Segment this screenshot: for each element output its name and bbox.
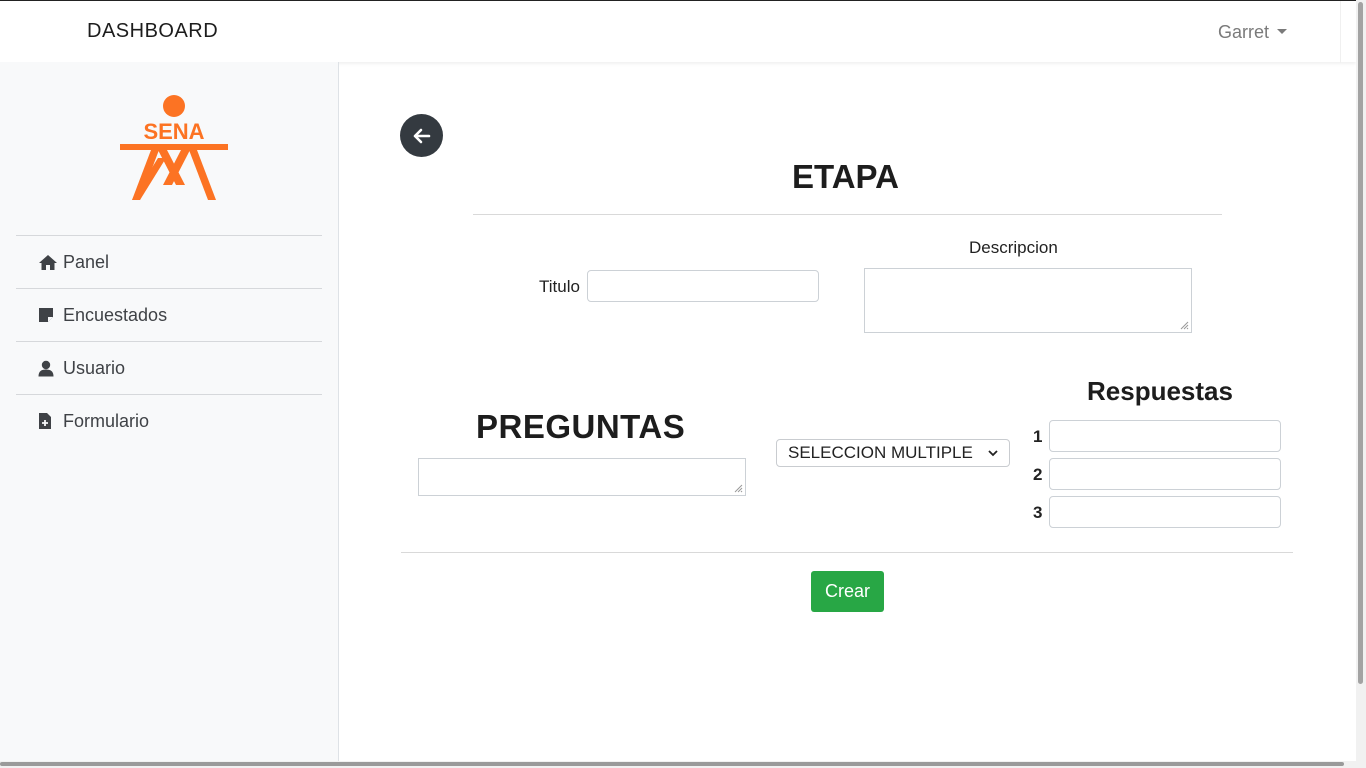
sidebar: SENA Panel Encuestados Usuario Formulari… [0,62,339,762]
arrow-left-icon [413,128,430,143]
main-content: ETAPA Titulo Descripcion PREGUNTAS SELEC… [340,62,1356,762]
sticky-note-icon [38,306,58,324]
answer-input-1[interactable] [1049,420,1281,452]
sidebar-item-label: Encuestados [63,304,168,325]
vertical-scrollbar[interactable] [1356,0,1366,768]
answer-number: 2 [1033,465,1043,484]
chevron-down-icon [988,450,998,457]
sidebar-item-usuario[interactable]: Usuario [16,341,322,394]
sidebar-item-label: Usuario [63,357,126,378]
user-name: Garret [1218,22,1270,42]
scrollbar-thumb[interactable] [1358,2,1363,684]
question-type-select[interactable]: SELECCION MULTIPLE [776,439,1010,467]
question-type-value: SELECCION MULTIPLE [788,443,973,462]
resize-grip-icon[interactable] [733,483,743,493]
user-dropdown[interactable]: Garret [1218,22,1288,43]
divider [473,214,1222,215]
navbar-brand[interactable]: DASHBOARD [87,20,218,43]
horizontal-scrollbar[interactable] [0,761,1356,768]
user-icon [38,359,58,377]
file-plus-icon [38,412,58,430]
answer-input-2[interactable] [1049,458,1281,490]
navbar-container: DASHBOARD Garret [14,1,1341,63]
svg-text:SENA: SENA [143,119,204,144]
sidebar-item-label: Panel [63,251,110,272]
respuestas-heading: Respuestas [1087,376,1233,406]
sena-logo: SENA [120,95,228,200]
crear-button[interactable]: Crear [811,571,884,612]
top-navbar: DASHBOARD Garret [0,0,1356,63]
form-heading: ETAPA [792,158,899,195]
titulo-input[interactable] [587,270,819,302]
sidebar-item-label: Formulario [63,410,150,431]
divider [401,552,1293,553]
sidebar-nav: Panel Encuestados Usuario Formulario [16,235,322,447]
answer-input-3[interactable] [1049,496,1281,528]
sidebar-item-panel[interactable]: Panel [16,235,322,288]
sidebar-item-formulario[interactable]: Formulario [16,394,322,447]
resize-grip-icon[interactable] [1179,320,1189,330]
answer-number: 3 [1033,503,1043,522]
caret-down-icon [1277,29,1288,34]
pregunta-textarea[interactable] [418,458,746,496]
descripcion-label: Descripcion [969,238,1058,257]
preguntas-heading: PREGUNTAS [476,408,686,445]
titulo-label: Titulo [539,277,580,296]
home-icon [38,253,58,271]
sidebar-item-encuestados[interactable]: Encuestados [16,288,322,341]
answer-number: 1 [1033,427,1043,446]
scrollbar-thumb[interactable] [0,762,1344,766]
descripcion-textarea[interactable] [864,268,1192,333]
back-button[interactable] [400,114,443,157]
